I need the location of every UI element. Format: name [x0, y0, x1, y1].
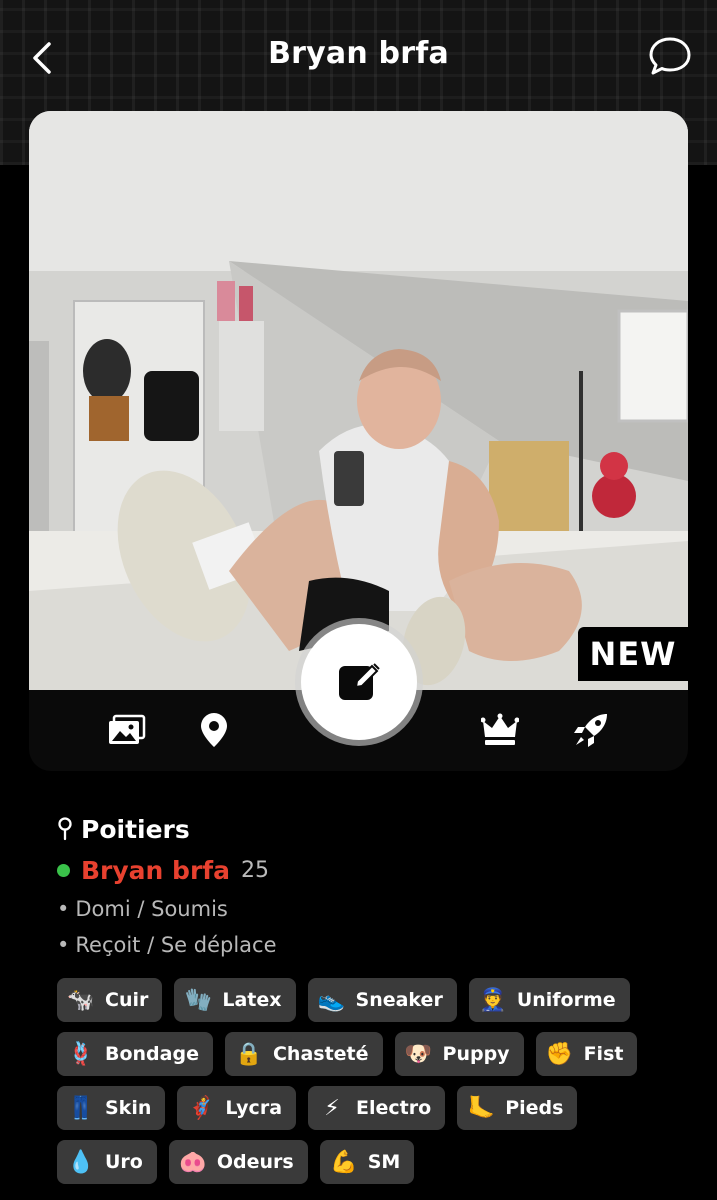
police-officer-icon: 👮	[479, 987, 507, 1013]
tag-chip[interactable]: 💪 SM	[319, 1140, 415, 1184]
map-pin-outline-icon	[58, 817, 72, 841]
rocket-icon	[574, 714, 607, 747]
role-line: • Domi / Soumis	[57, 897, 228, 921]
tag-label: Fist	[583, 1043, 624, 1065]
tag-row: 🐄 Cuir 🧤 Latex 👟 Sneaker 👮 Uniforme	[57, 978, 677, 1022]
jeans-icon: 👖	[67, 1095, 95, 1121]
tag-label: Uniforme	[516, 989, 616, 1011]
sneaker-icon: 👟	[317, 987, 346, 1013]
speech-bubble-icon	[649, 37, 691, 75]
tag-label: Skin	[105, 1097, 152, 1119]
superhero-icon: 🦸	[187, 1095, 216, 1121]
edit-profile-button[interactable]	[301, 624, 417, 740]
city-label: Poitiers	[81, 814, 190, 844]
tag-label: Bondage	[105, 1043, 199, 1065]
rope-icon: 🪢	[67, 1041, 95, 1067]
puppy-mask-icon: 🐶	[404, 1041, 433, 1067]
lightning-icon: ⚡	[324, 1095, 340, 1121]
tag-chip[interactable]: 🐶 Puppy	[394, 1032, 524, 1076]
tag-label: SM	[367, 1151, 401, 1173]
tag-chip[interactable]: 🧤 Latex	[174, 978, 296, 1022]
new-badge: NEW	[578, 627, 688, 681]
tag-chip[interactable]: 💧 Uro	[57, 1140, 157, 1184]
crown-icon	[481, 713, 519, 745]
mobility-text: Reçoit / Se déplace	[75, 933, 277, 957]
mobility-line: • Reçoit / Se déplace	[57, 933, 277, 957]
tag-label: Lycra	[225, 1097, 283, 1119]
tag-chip[interactable]: 🪢 Bondage	[57, 1032, 213, 1076]
location-button[interactable]	[194, 710, 234, 750]
tag-row: 💧 Uro 🐽 Odeurs 💪 SM	[57, 1140, 677, 1184]
pig-nose-icon: 🐽	[179, 1149, 207, 1175]
tag-label: Cuir	[105, 989, 149, 1011]
location-row: Poitiers	[57, 812, 677, 846]
tag-chip[interactable]: 🦶 Pieds	[457, 1086, 578, 1130]
role-text: Domi / Soumis	[75, 897, 228, 921]
profile-photo-image	[29, 111, 688, 691]
tag-chip[interactable]: 🐽 Odeurs	[168, 1140, 308, 1184]
tag-label: Puppy	[442, 1043, 510, 1065]
flexed-biceps-icon: 💪	[330, 1149, 358, 1175]
chat-button[interactable]	[647, 35, 693, 79]
premium-button[interactable]	[480, 710, 520, 750]
photos-button[interactable]	[107, 710, 147, 750]
tag-chip[interactable]: 🔒 Chasteté	[224, 1032, 383, 1076]
tag-label: Pieds	[505, 1097, 564, 1119]
tag-label: Sneaker	[355, 989, 443, 1011]
droplet-icon: 💧	[67, 1149, 95, 1175]
name-row: Bryan brfa 25	[57, 852, 677, 888]
tag-label: Odeurs	[216, 1151, 294, 1173]
tag-chip[interactable]: 👖 Skin	[57, 1086, 166, 1130]
map-pin-icon	[201, 713, 227, 747]
profile-name: Bryan brfa	[81, 855, 231, 885]
online-status-dot	[57, 863, 70, 877]
tag-row: 🪢 Bondage 🔒 Chasteté 🐶 Puppy ✊ Fist	[57, 1032, 677, 1076]
boost-button[interactable]	[571, 710, 611, 750]
profile-photo[interactable]	[29, 111, 688, 691]
tag-label: Electro	[356, 1097, 432, 1119]
tag-label: Chasteté	[272, 1043, 369, 1065]
tag-chip[interactable]: 👟 Sneaker	[307, 978, 457, 1022]
glove-icon: 🧤	[184, 987, 213, 1013]
profile-info: Poitiers Bryan brfa 25 • Domi / Soumis • R…	[57, 812, 677, 960]
tag-row: 👖 Skin 🦸 Lycra ⚡ Electro 🦶 Pieds	[57, 1086, 677, 1130]
leather-icon: 🐄	[67, 987, 95, 1013]
tag-chip[interactable]: 🦸 Lycra	[177, 1086, 297, 1130]
page-title: Bryan brfa	[268, 36, 449, 71]
tag-chip[interactable]: 👮 Uniforme	[468, 978, 630, 1022]
tag-chip[interactable]: ⚡ Electro	[308, 1086, 446, 1130]
tag-chip[interactable]: ✊ Fist	[535, 1032, 638, 1076]
tag-chip[interactable]: 🐄 Cuir	[57, 978, 163, 1022]
edit-pencil-icon	[339, 663, 380, 700]
lock-icon: 🔒	[235, 1041, 263, 1067]
tag-label: Uro	[105, 1151, 143, 1173]
fist-icon: ✊	[545, 1041, 574, 1067]
profile-age: 25	[241, 857, 270, 883]
photos-icon	[109, 714, 146, 744]
foot-icon: 🦶	[467, 1095, 495, 1121]
tag-label: Latex	[222, 989, 282, 1011]
tags-section: 🐄 Cuir 🧤 Latex 👟 Sneaker 👮 Uniforme 🪢 Bondage 🔒 Cha…	[57, 978, 677, 1194]
